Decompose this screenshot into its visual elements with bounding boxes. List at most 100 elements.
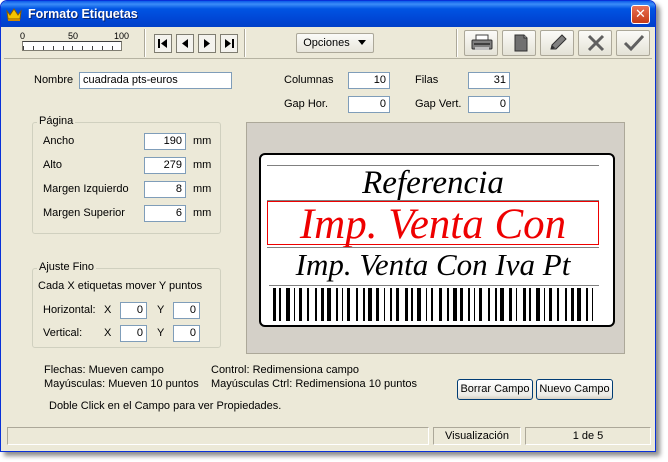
print-button[interactable] [464, 30, 498, 56]
edit-pencil-icon [550, 34, 567, 50]
field-imp-venta-con[interactable]: Imp. Venta Con [267, 201, 599, 246]
barcode-bar [557, 288, 559, 321]
nuevo-campo-button[interactable]: Nuevo Campo [536, 379, 613, 400]
vertical-x-label: X [104, 327, 112, 339]
barcode-bar [509, 288, 512, 321]
filas-input[interactable]: 31 [468, 72, 510, 89]
barcode-graphic [273, 288, 593, 321]
pagina-group-title: Página [37, 115, 76, 127]
last-record-icon [225, 39, 234, 48]
margen-izquierdo-label: Margen Izquierdo [43, 183, 129, 195]
barcode-bar [279, 288, 281, 321]
next-record-button[interactable] [198, 34, 216, 53]
ancho-input[interactable]: 190 [144, 133, 186, 150]
barcode-bar [571, 288, 574, 321]
barcode-bar [536, 288, 540, 321]
horizontal-x-input[interactable]: 0 [120, 302, 147, 319]
ancho-unit: mm [193, 135, 212, 147]
barcode-bar [363, 288, 365, 321]
last-record-button[interactable] [220, 34, 238, 53]
barcode-bar [529, 288, 531, 321]
barcode-bar [294, 288, 295, 321]
delete-button[interactable] [578, 30, 612, 56]
status-bar: Visualización 1 de 5 [7, 427, 651, 445]
copy-button[interactable] [502, 30, 536, 56]
barcode-bar [592, 288, 593, 321]
status-page: 1 de 5 [525, 427, 651, 445]
help-mayusculas: Mayúsculas: Mueven 10 puntos [44, 378, 199, 390]
printer-icon [471, 34, 493, 50]
field-barcode[interactable] [269, 285, 599, 323]
barcode-bar [460, 288, 463, 321]
alto-unit: mm [193, 159, 212, 171]
horizontal-y-input[interactable]: 0 [173, 302, 200, 319]
barcode-bar [516, 288, 517, 321]
opciones-label: Opciones [303, 37, 350, 49]
barcode-bar [411, 288, 413, 321]
crown-icon [6, 8, 22, 21]
help-control: Control: Redimensiona campo [211, 364, 359, 376]
columnas-input[interactable]: 10 [348, 72, 390, 89]
zoom-track[interactable] [22, 41, 122, 51]
barcode-bar [356, 288, 358, 321]
help-mayusculas-ctrl: Mayúsculas Ctrl: Redimensiona 10 puntos [211, 378, 418, 390]
formato-etiquetas-window: Formato Etiquetas ✕ 0 50 100 Opciones No… [0, 0, 656, 452]
zoom-slider[interactable]: 0 50 100 [20, 31, 134, 55]
barcode-bar [417, 288, 421, 321]
status-message [7, 427, 429, 445]
accept-button[interactable] [616, 30, 650, 56]
barcode-bar [495, 288, 497, 321]
barcode-bar [586, 288, 588, 321]
barcode-bar [474, 288, 475, 321]
label-card[interactable]: Referencia Imp. Venta Con Imp. Venta Con… [259, 153, 615, 327]
barcode-bar [396, 288, 399, 321]
gap-vert-input[interactable]: 0 [468, 96, 510, 113]
vertical-x-input[interactable]: 0 [120, 325, 147, 342]
horizontal-y-label: Y [157, 304, 165, 316]
zoom-label-100: 100 [114, 31, 130, 41]
close-button[interactable]: ✕ [631, 5, 650, 24]
copy-icon [514, 34, 528, 52]
toolbar: 0 50 100 Opciones [4, 27, 652, 59]
field-imp-venta-con-iva[interactable]: Imp. Venta Con Iva Pt [267, 247, 599, 281]
barcode-bar [376, 288, 379, 321]
margen-superior-unit: mm [193, 207, 212, 219]
filas-label: Filas [415, 74, 439, 86]
gap-hor-label: Gap Hor. [284, 98, 329, 110]
margen-superior-input[interactable]: 6 [144, 205, 186, 222]
help-doble-click: Doble Click en el Campo para ver Propied… [49, 400, 282, 412]
first-record-button[interactable] [154, 34, 172, 53]
horizontal-x-label: X [104, 304, 112, 316]
barcode-bar [577, 288, 581, 321]
label-preview-panel[interactable]: Referencia Imp. Venta Con Imp. Venta Con… [246, 122, 625, 354]
vertical-y-input[interactable]: 0 [173, 325, 200, 342]
nombre-label: Nombre [34, 74, 74, 86]
barcode-bar [453, 288, 457, 321]
borrar-campo-button[interactable]: Borrar Campo [457, 379, 533, 400]
opciones-menu-button[interactable]: Opciones [296, 33, 374, 53]
barcode-bar [327, 288, 331, 321]
edit-button[interactable] [540, 30, 574, 56]
barcode-bar [431, 288, 433, 321]
zoom-label-0: 0 [20, 31, 26, 41]
vertical-y-label: Y [157, 327, 165, 339]
margen-izquierdo-input[interactable]: 8 [144, 181, 186, 198]
barcode-bar [321, 288, 324, 321]
barcode-bar [273, 288, 276, 321]
nombre-input[interactable]: cuadrada pts-euros [79, 72, 232, 89]
barcode-bar [447, 288, 449, 321]
field-referencia[interactable]: Referencia [267, 165, 599, 201]
status-mode: Visualización [433, 427, 521, 445]
barcode-bar [468, 288, 470, 321]
gap-hor-input[interactable]: 0 [348, 96, 390, 113]
previous-record-button[interactable] [176, 34, 194, 53]
help-flechas: Flechas: Mueven campo [44, 364, 164, 376]
vertical-label: Vertical: [43, 327, 83, 339]
barcode-bar [549, 288, 552, 321]
previous-record-icon [182, 39, 188, 48]
accept-check-icon [623, 34, 645, 52]
title-bar[interactable]: Formato Etiquetas ✕ [1, 1, 655, 27]
margen-superior-label: Margen Superior [43, 207, 125, 219]
alto-input[interactable]: 279 [144, 157, 186, 174]
barcode-bar [299, 288, 302, 321]
